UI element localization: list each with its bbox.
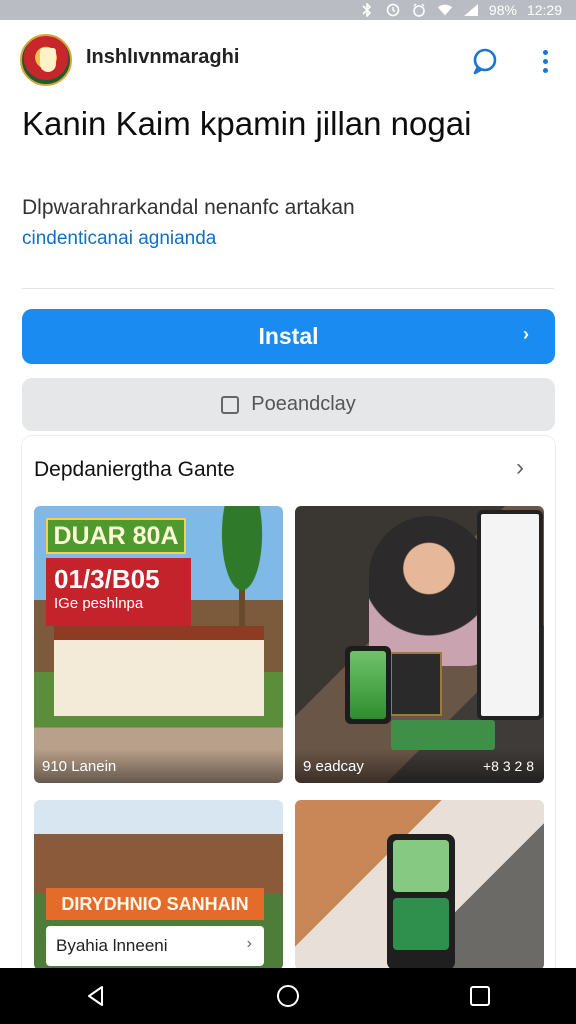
chevron-right-icon: › [523,324,529,344]
promo-banner-main: 01/3/B05 [54,564,160,594]
page-title: Kanin Kaim kpamin jillan nogai [22,105,472,142]
phone-image [387,834,455,970]
home-icon[interactable] [268,976,308,1016]
app-title: Inshlıvnmaraghi [86,46,240,68]
tile-caption: 910 Lanein [34,749,283,783]
person-image [369,516,489,666]
timer-icon [411,3,427,17]
install-button-label: Instal [258,323,319,349]
secondary-button-label: Poeandclay [251,393,356,415]
battery-percent: 98% [488,2,517,18]
more-vert-icon[interactable] [536,46,554,76]
caption-card-label: Byahia lnneeni [56,936,168,955]
promo-banner: DIRYDHNIO SANHAIN [46,888,264,920]
promo-banner-sub: IGe peshlnpa [54,595,144,612]
image-tile[interactable] [295,800,544,970]
clock: 12:29 [526,2,562,18]
promo-banner: 01/3/B05 IGe peshlnpa [46,558,191,626]
book-image [391,720,495,750]
alarm-icon [385,3,401,17]
tile-caption-right: +8 3 2 8 [483,758,534,774]
app-bar: Inshlıvnmaraghi [0,30,576,90]
chevron-right-icon: › [246,935,252,952]
wifi-icon [437,3,453,17]
recents-icon[interactable] [460,976,500,1016]
caption-card[interactable]: Byahia lnneeni › [46,926,264,966]
subtitle: Dlpwarahrarkandal nenanfc artakan [22,196,355,219]
palm-tree-image [202,506,282,646]
description-link[interactable]: cindenticanai agnianda [22,228,552,250]
checkbox-icon [221,395,240,414]
section-title: Depdaniergtha Gante [34,458,235,481]
image-tile[interactable]: DUAR 80A 01/3/B05 IGe peshlnpa 910 Lanei… [34,506,283,783]
system-nav-bar [0,968,576,1024]
image-tile[interactable]: 9 eadcay +8 3 2 8 [295,506,544,783]
image-tile[interactable]: DIRYDHNIO SANHAIN Byahia lnneeni › [34,800,283,970]
chat-bubble-icon[interactable] [470,46,500,76]
install-button[interactable]: Instal › [22,309,555,364]
status-bar: 98% 12:29 [0,0,576,20]
chevron-right-icon[interactable]: › [516,454,524,482]
signal-icon [463,3,479,17]
divider [22,288,554,289]
laptop-image [477,510,543,720]
bluetooth-icon [359,3,375,17]
phone-image [345,646,391,724]
wallet-image [390,652,442,716]
promo-badge: DUAR 80A [46,518,186,554]
secondary-button[interactable]: Poeandclay [22,378,555,431]
back-icon[interactable] [76,976,116,1016]
house-image [54,626,264,716]
logo-icon [20,34,72,86]
